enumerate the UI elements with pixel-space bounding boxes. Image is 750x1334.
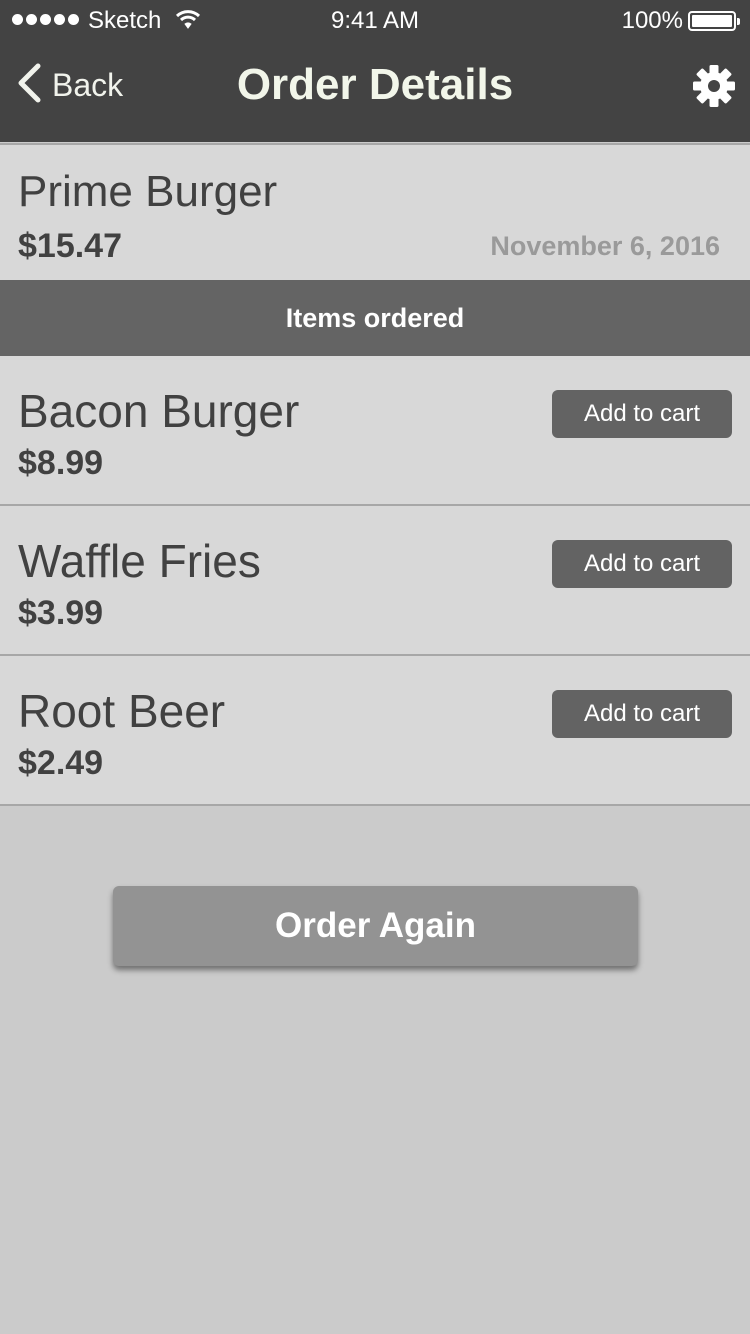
battery-percent: 100% (621, 7, 683, 34)
top-bar: Sketch 9:41 AM 100% Back Order Details (0, 0, 750, 142)
list-item: Waffle Fries $3.99 Add to cart (0, 506, 750, 656)
navigation-bar: Back Order Details (0, 40, 750, 142)
order-summary: Prime Burger $15.47 November 6, 2016 (0, 143, 750, 280)
items-ordered-header: Items ordered (0, 280, 750, 356)
order-total: $15.47 (18, 227, 122, 265)
list-item: Root Beer $2.49 Add to cart (0, 656, 750, 806)
list-item: Bacon Burger $8.99 Add to cart (0, 356, 750, 506)
item-price: $2.49 (18, 744, 104, 782)
add-to-cart-button[interactable]: Add to cart (552, 540, 732, 588)
add-to-cart-button[interactable]: Add to cart (552, 390, 732, 438)
item-name: Root Beer (18, 685, 226, 737)
order-again-button[interactable]: Order Again (113, 886, 638, 966)
status-bar: Sketch 9:41 AM 100% (0, 0, 750, 40)
item-price: $3.99 (18, 594, 104, 632)
gear-icon[interactable] (692, 64, 736, 113)
add-to-cart-button[interactable]: Add to cart (552, 690, 732, 738)
restaurant-name: Prime Burger (18, 167, 278, 216)
page-title: Order Details (236, 60, 514, 109)
item-name: Bacon Burger (18, 385, 300, 437)
order-date: November 6, 2016 (490, 231, 720, 261)
battery-icon (688, 11, 740, 31)
items-list: Bacon Burger $8.99 Add to cart Waffle Fr… (0, 356, 750, 806)
item-price: $8.99 (18, 444, 104, 482)
item-name: Waffle Fries (18, 535, 261, 587)
